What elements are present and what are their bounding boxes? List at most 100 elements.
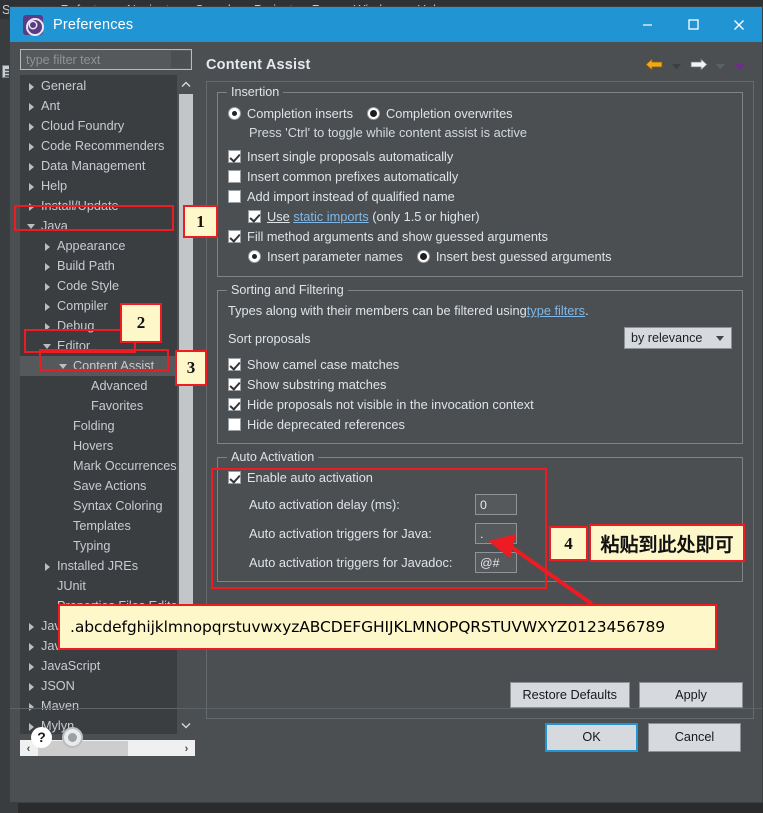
restore-defaults-button[interactable]: Restore Defaults [509, 682, 630, 708]
use-static-imports-checkbox[interactable] [248, 210, 261, 223]
javadoc-triggers-input[interactable]: @# [475, 552, 517, 573]
collapsed-arrow-icon[interactable] [42, 321, 53, 332]
tree-item-data-management[interactable]: Data Management [20, 156, 177, 176]
collapsed-arrow-icon[interactable] [42, 241, 53, 252]
tree-item-debug[interactable]: Debug [20, 316, 177, 336]
scroll-up-icon[interactable] [177, 75, 195, 93]
collapsed-arrow-icon[interactable] [26, 661, 37, 672]
close-button[interactable] [716, 7, 762, 42]
tree-item-mark-occurrences[interactable]: Mark Occurrences [20, 456, 177, 476]
tree-item-templates[interactable]: Templates [20, 516, 177, 536]
show-substring-checkbox[interactable] [228, 378, 241, 391]
tree-item-cloud-foundry[interactable]: Cloud Foundry [20, 116, 177, 136]
collapsed-arrow-icon[interactable] [26, 161, 37, 172]
insert-common-prefixes-checkbox[interactable] [228, 170, 241, 183]
tree-item-editor[interactable]: Editor [20, 336, 177, 356]
back-history-chevron-down-icon[interactable] [671, 59, 682, 70]
hide-not-visible-checkbox[interactable] [228, 398, 241, 411]
tree-item-folding[interactable]: Folding [20, 416, 177, 436]
tree-item-ant[interactable]: Ant [20, 96, 177, 116]
tree-vertical-scrollbar[interactable] [177, 75, 195, 734]
tree-item-javascript[interactable]: JavaScript [20, 656, 177, 676]
fill-method-arguments-checkbox[interactable] [228, 230, 241, 243]
java-triggers-input[interactable]: . [475, 523, 517, 544]
settings-ring-icon[interactable] [62, 726, 83, 748]
completion-overwrites-label: Completion overwrites [385, 106, 513, 121]
tree-item-install-update[interactable]: Install/Update [20, 196, 177, 216]
tree-item-appearance[interactable]: Appearance [20, 236, 177, 256]
collapsed-arrow-icon[interactable] [26, 121, 37, 132]
view-menu-chevron-down-icon[interactable] [733, 59, 745, 70]
hide-deprecated-checkbox[interactable] [228, 418, 241, 431]
tree-item-hovers[interactable]: Hovers [20, 436, 177, 456]
collapsed-arrow-icon[interactable] [26, 621, 37, 632]
expanded-arrow-icon[interactable] [58, 361, 69, 372]
tree-item-properties-files-editor[interactable]: Properties Files Editor [20, 596, 182, 616]
sort-proposals-dropdown[interactable]: by relevance [624, 327, 732, 349]
type-filters-link[interactable]: type filters [527, 303, 585, 318]
enable-auto-activation-checkbox[interactable] [228, 471, 241, 484]
forward-arrow-icon[interactable] [689, 56, 708, 73]
tree-item-json[interactable]: JSON [20, 676, 177, 696]
minimize-button[interactable] [624, 7, 670, 42]
collapsed-arrow-icon[interactable] [42, 281, 53, 292]
substring-row: Show substring matches [228, 377, 732, 392]
collapsed-arrow-icon[interactable] [26, 181, 37, 192]
insert-parameter-names-radio[interactable] [248, 250, 261, 263]
preferences-tree[interactable]: General Ant Cloud Foundry Code Recommenders… [20, 75, 195, 734]
add-import-checkbox[interactable] [228, 190, 241, 203]
collapsed-arrow-icon[interactable] [42, 301, 53, 312]
auto-activation-delay-input[interactable]: 0 [475, 494, 517, 515]
collapsed-arrow-icon[interactable] [26, 101, 37, 112]
tree-item-label: Data Management [41, 159, 146, 173]
back-arrow-icon[interactable] [645, 56, 664, 73]
tree-item-general[interactable]: General [20, 76, 177, 96]
maximize-button[interactable] [670, 7, 716, 42]
tree-item-junit[interactable]: JUnit [20, 576, 177, 596]
completion-inserts-radio[interactable] [228, 107, 241, 120]
tree-item-content-assist[interactable]: Content Assist [20, 356, 177, 376]
tree-item-java-persistence[interactable]: Java Persistence [20, 636, 177, 656]
hide-not-visible-row: Hide proposals not visible in the invoca… [228, 397, 732, 412]
tree-item-build-path[interactable]: Build Path [20, 256, 177, 276]
collapsed-arrow-icon[interactable] [26, 81, 37, 92]
tree-item-code-recommenders[interactable]: Code Recommenders [20, 136, 177, 156]
tree-item-syntax-coloring[interactable]: Syntax Coloring [20, 496, 177, 516]
show-camel-case-checkbox[interactable] [228, 358, 241, 371]
tree-item-java-ee[interactable]: Java EE [20, 616, 177, 636]
forward-history-chevron-down-icon[interactable] [715, 59, 726, 70]
insert-single-proposals-checkbox[interactable] [228, 150, 241, 163]
tree-item-installed-jres[interactable]: Installed JREs [20, 556, 177, 576]
filter-text-input[interactable]: type filter text [20, 49, 192, 70]
tree-item-advanced[interactable]: Advanced [20, 376, 177, 396]
static-imports-link[interactable]: static imports [293, 209, 368, 224]
cancel-button[interactable]: Cancel [648, 722, 741, 752]
tree-item-save-actions[interactable]: Save Actions [20, 476, 177, 496]
auto-activation-group: Auto Activation Enable auto activation A… [217, 450, 743, 582]
collapsed-arrow-icon[interactable] [26, 641, 37, 652]
insert-single-row: Insert single proposals automatically [228, 149, 732, 164]
ok-button[interactable]: OK [545, 722, 638, 752]
insert-best-guessed-radio[interactable] [416, 250, 430, 263]
expanded-arrow-icon[interactable] [42, 341, 53, 352]
tree-item-compiler[interactable]: Compiler [20, 296, 177, 316]
tree-item-java[interactable]: Java [20, 216, 177, 236]
collapsed-arrow-icon[interactable] [26, 141, 37, 152]
collapsed-arrow-icon[interactable] [42, 561, 53, 572]
collapsed-arrow-icon[interactable] [42, 261, 53, 272]
tree-item-favorites[interactable]: Favorites [20, 396, 177, 416]
filter-clear-icon[interactable] [171, 51, 190, 68]
question-mark-icon[interactable]: ? [31, 726, 52, 748]
tree-item-help[interactable]: Help [20, 176, 177, 196]
tree-item-label: Install/Update [41, 199, 119, 213]
tree-item-typing[interactable]: Typing [20, 536, 177, 556]
collapsed-arrow-icon[interactable] [26, 201, 37, 212]
apply-button[interactable]: Apply [639, 682, 743, 708]
expanded-arrow-icon[interactable] [26, 221, 37, 232]
completion-overwrites-radio[interactable] [366, 107, 380, 120]
tree-item-list: General Ant Cloud Foundry Code Recommenders… [20, 75, 182, 734]
tree-item-code-style[interactable]: Code Style [20, 276, 177, 296]
collapsed-arrow-icon[interactable] [26, 681, 37, 692]
tree-item-label: JUnit [57, 579, 86, 593]
tree-scroll-thumb[interactable] [179, 94, 193, 604]
